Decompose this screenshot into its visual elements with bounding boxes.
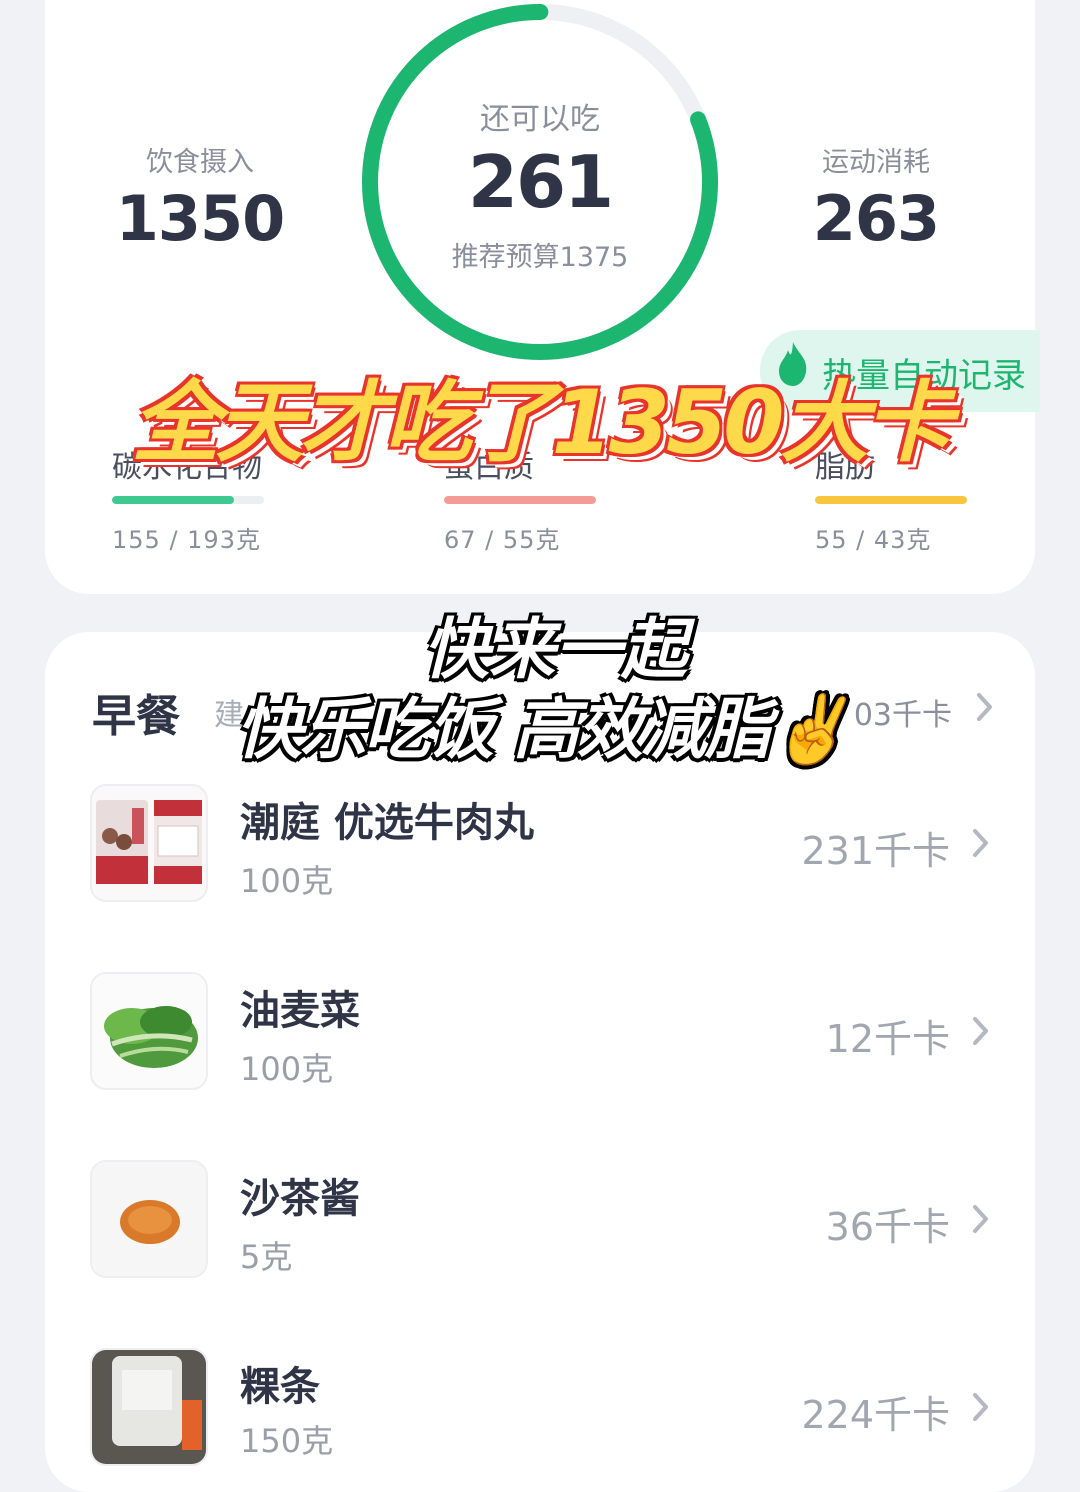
food-thumb-sauce[interactable] [90,1160,208,1278]
food-thumb-beef-ball[interactable] [90,784,208,902]
meal-total[interactable]: 03千卡 [854,690,952,734]
budget-text: 推荐预算1375 [451,242,629,273]
food-kcal-1[interactable]: 231千卡 [650,820,950,875]
chevron-right-icon[interactable] [970,1014,992,1048]
intake-value: 1350 [115,182,286,255]
lettuce-image [92,974,206,1088]
food-name-3: 沙茶酱 [240,1176,360,1222]
chevron-right-icon[interactable] [974,690,996,724]
food-kcal-3[interactable]: 36千卡 [650,1196,950,1251]
food-amount-1: 100克 [240,862,334,900]
exercise-value: 263 [812,182,940,255]
noodles-image [92,1350,206,1464]
beef-ball-package-image [92,786,206,900]
food-amount-4: 150克 [240,1422,334,1460]
macro-bar-fat [815,496,967,504]
macro-value-carbs: 155 / 193克 [112,526,261,554]
macro-bar-carbs [112,496,264,504]
food-thumb-lettuce[interactable] [90,972,208,1090]
chevron-right-icon[interactable] [970,1390,992,1424]
chevron-right-icon[interactable] [970,1202,992,1236]
overlay-title-caption: 全天才吃了1350大卡 [131,371,953,474]
food-kcal-2[interactable]: 12千卡 [650,1008,950,1063]
food-thumb-noodles[interactable] [90,1348,208,1466]
macro-bar-protein [444,496,596,504]
macro-value-protein: 67 / 55克 [444,526,561,554]
close-icon[interactable] [945,0,989,12]
overlay-caption-line2: 快乐吃饭 高效减脂✌️ [236,691,851,768]
chevron-right-icon[interactable] [970,826,992,860]
food-amount-2: 100克 [240,1050,334,1088]
sauce-image [92,1162,206,1276]
macro-value-fat: 55 / 43克 [815,526,932,554]
remaining-value: 261 [467,140,614,224]
food-name-2: 油麦菜 [240,988,360,1034]
intake-label: 饮食摄入 [146,147,254,178]
food-amount-3: 5克 [240,1238,293,1276]
food-name-1: 潮庭 优选牛肉丸 [240,800,534,846]
food-name-4: 粿条 [240,1364,320,1410]
remaining-label: 还可以吃 [480,102,600,137]
food-kcal-4[interactable]: 224千卡 [650,1384,950,1439]
exercise-label: 运动消耗 [822,147,930,178]
